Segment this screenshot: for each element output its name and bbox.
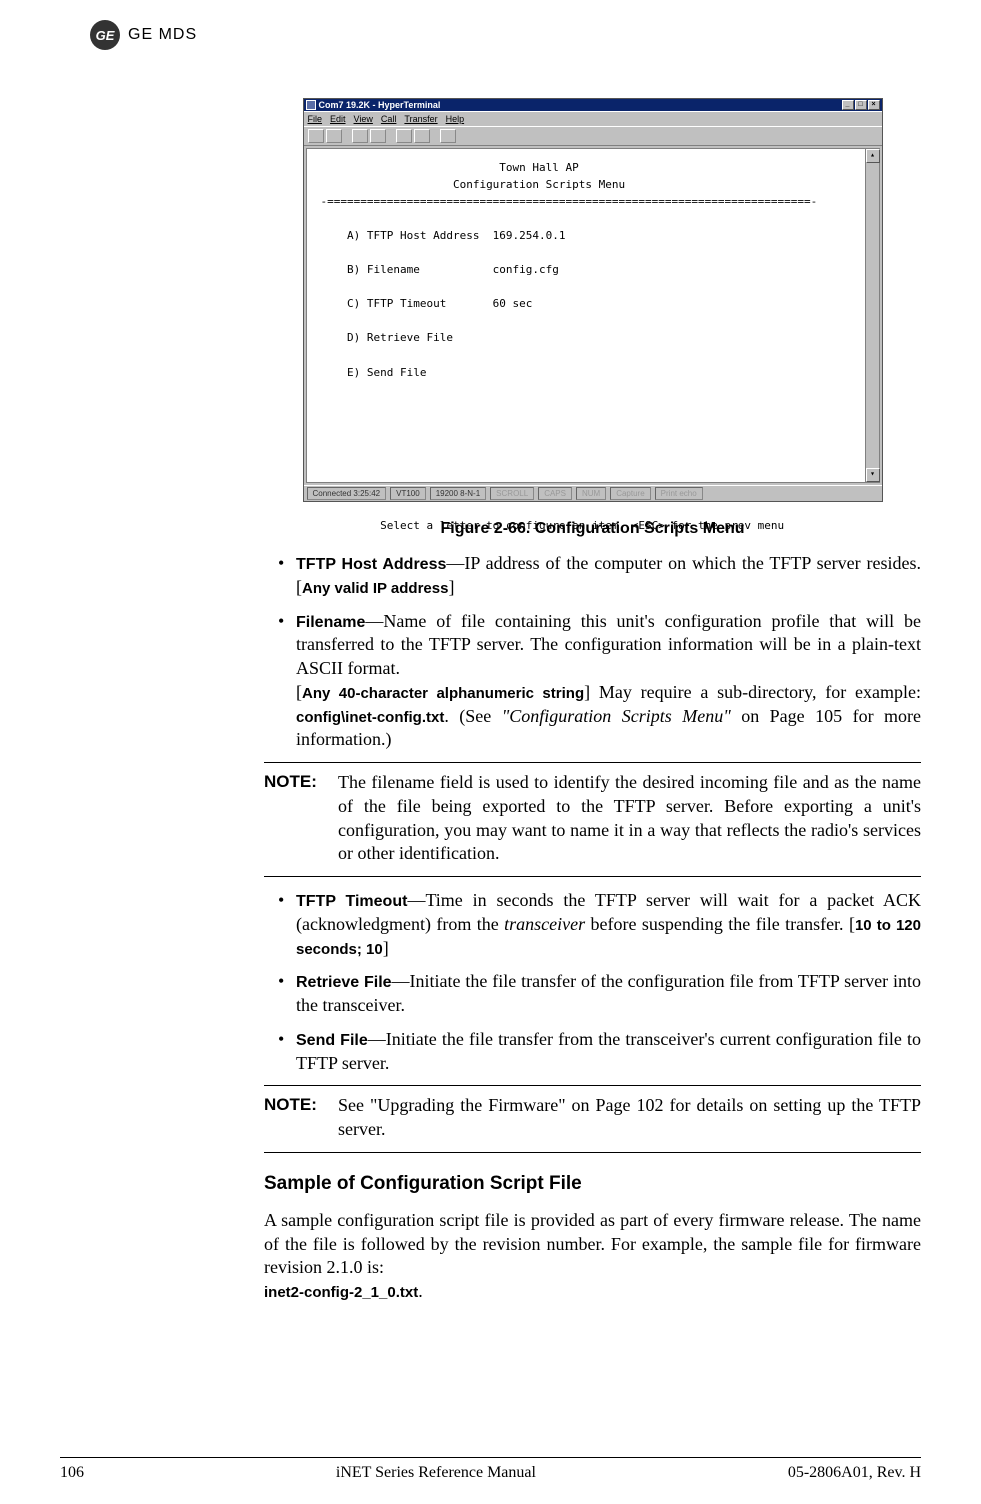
- menu-file[interactable]: File: [308, 114, 323, 124]
- menu-call[interactable]: Call: [381, 114, 397, 124]
- scroll-up-icon[interactable]: ▴: [866, 149, 880, 163]
- list-item: Send File—Initiate the file transfer fro…: [282, 1028, 921, 1076]
- terminal-area: Town Hall AP Configuration Scripts Menu …: [306, 148, 880, 483]
- note-block-2: NOTE: See "Upgrading the Firmware" on Pa…: [264, 1085, 921, 1153]
- close-icon[interactable]: ×: [868, 100, 880, 110]
- list-item: Filename—Name of file containing this un…: [282, 610, 921, 753]
- toolbar-btn[interactable]: [370, 129, 386, 143]
- maximize-icon[interactable]: □: [855, 100, 867, 110]
- menu-bar: File Edit View Call Transfer Help: [304, 111, 882, 126]
- terminal-text: Town Hall AP Configuration Scripts Menu …: [321, 159, 865, 534]
- note-text: The filename field is used to identify t…: [338, 771, 921, 866]
- window-titlebar: Com7 19.2K - HyperTerminal _ □ ×: [304, 99, 882, 111]
- toolbar-btn[interactable]: [396, 129, 412, 143]
- menu-edit[interactable]: Edit: [330, 114, 346, 124]
- doc-revision: 05-2806A01, Rev. H: [788, 1464, 921, 1482]
- menu-view[interactable]: View: [354, 114, 373, 124]
- page-footer: 106 iNET Series Reference Manual 05-2806…: [60, 1457, 921, 1482]
- window-title: Com7 19.2K - HyperTerminal: [319, 100, 441, 110]
- scroll-down-icon[interactable]: ▾: [866, 468, 880, 482]
- note-text: See "Upgrading the Firmware" on Page 102…: [338, 1094, 921, 1142]
- scrollbar[interactable]: ▴ ▾: [865, 149, 879, 482]
- ge-logo-icon: GE: [90, 20, 120, 50]
- toolbar-btn[interactable]: [326, 129, 342, 143]
- menu-help[interactable]: Help: [446, 114, 465, 124]
- menu-transfer[interactable]: Transfer: [404, 114, 437, 124]
- manual-title: iNET Series Reference Manual: [336, 1464, 536, 1482]
- list-item: TFTP Timeout—Time in seconds the TFTP se…: [282, 889, 921, 960]
- list-item: Retrieve File—Initiate the file transfer…: [282, 970, 921, 1018]
- hyperterminal-window: Com7 19.2K - HyperTerminal _ □ × File Ed…: [303, 98, 883, 502]
- brand-text: GE MDS: [128, 26, 197, 44]
- app-icon: [306, 100, 316, 110]
- note-label: NOTE:: [264, 771, 330, 866]
- note-label: NOTE:: [264, 1094, 330, 1142]
- list-item: TFTP Host Address—IP address of the comp…: [282, 552, 921, 600]
- toolbar-btn[interactable]: [352, 129, 368, 143]
- minimize-icon[interactable]: _: [842, 100, 854, 110]
- toolbar-btn[interactable]: [440, 129, 456, 143]
- body-paragraph: A sample configuration script file is pr…: [264, 1209, 921, 1304]
- bullet-list-2: TFTP Timeout—Time in seconds the TFTP se…: [264, 889, 921, 1075]
- toolbar-btn[interactable]: [414, 129, 430, 143]
- note-block-1: NOTE: The filename field is used to iden…: [264, 762, 921, 877]
- page-number: 106: [60, 1464, 84, 1482]
- toolbar-btn[interactable]: [308, 129, 324, 143]
- bullet-list-1: TFTP Host Address—IP address of the comp…: [264, 552, 921, 752]
- section-heading: Sample of Configuration Script File: [264, 1173, 921, 1195]
- toolbar: [304, 126, 882, 145]
- header-logo: GE GE MDS: [90, 20, 921, 50]
